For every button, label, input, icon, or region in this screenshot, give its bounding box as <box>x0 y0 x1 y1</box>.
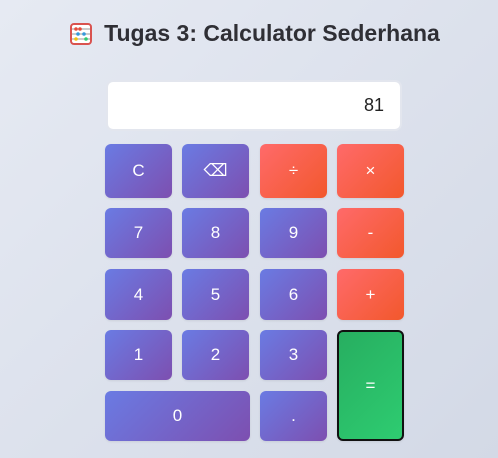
divide-button[interactable]: ÷ <box>260 144 327 198</box>
multiply-button[interactable]: × <box>337 144 404 198</box>
digit-7-button[interactable]: 7 <box>105 208 172 258</box>
clear-button[interactable]: C <box>105 144 172 198</box>
calculator-display: 81 <box>106 80 402 131</box>
digit-0-button[interactable]: 0 <box>105 391 250 441</box>
display-value: 81 <box>363 95 384 115</box>
digit-8-button[interactable]: 8 <box>182 208 249 258</box>
digit-2-button[interactable]: 2 <box>182 330 249 380</box>
abacus-icon <box>70 22 93 45</box>
page-title-row: Tugas 3: Calculator Sederhana <box>0 20 498 47</box>
backspace-button[interactable]: ⌫ <box>182 144 249 198</box>
minus-button[interactable]: - <box>337 208 404 258</box>
digit-6-button[interactable]: 6 <box>260 269 327 320</box>
plus-button[interactable]: + <box>337 269 404 320</box>
digit-1-button[interactable]: 1 <box>105 330 172 380</box>
equals-button[interactable]: = <box>337 330 404 441</box>
digit-3-button[interactable]: 3 <box>260 330 327 380</box>
digit-9-button[interactable]: 9 <box>260 208 327 258</box>
page-title: Tugas 3: Calculator Sederhana <box>104 20 440 46</box>
digit-5-button[interactable]: 5 <box>182 269 249 320</box>
decimal-button[interactable]: . <box>260 391 327 441</box>
digit-4-button[interactable]: 4 <box>105 269 172 320</box>
